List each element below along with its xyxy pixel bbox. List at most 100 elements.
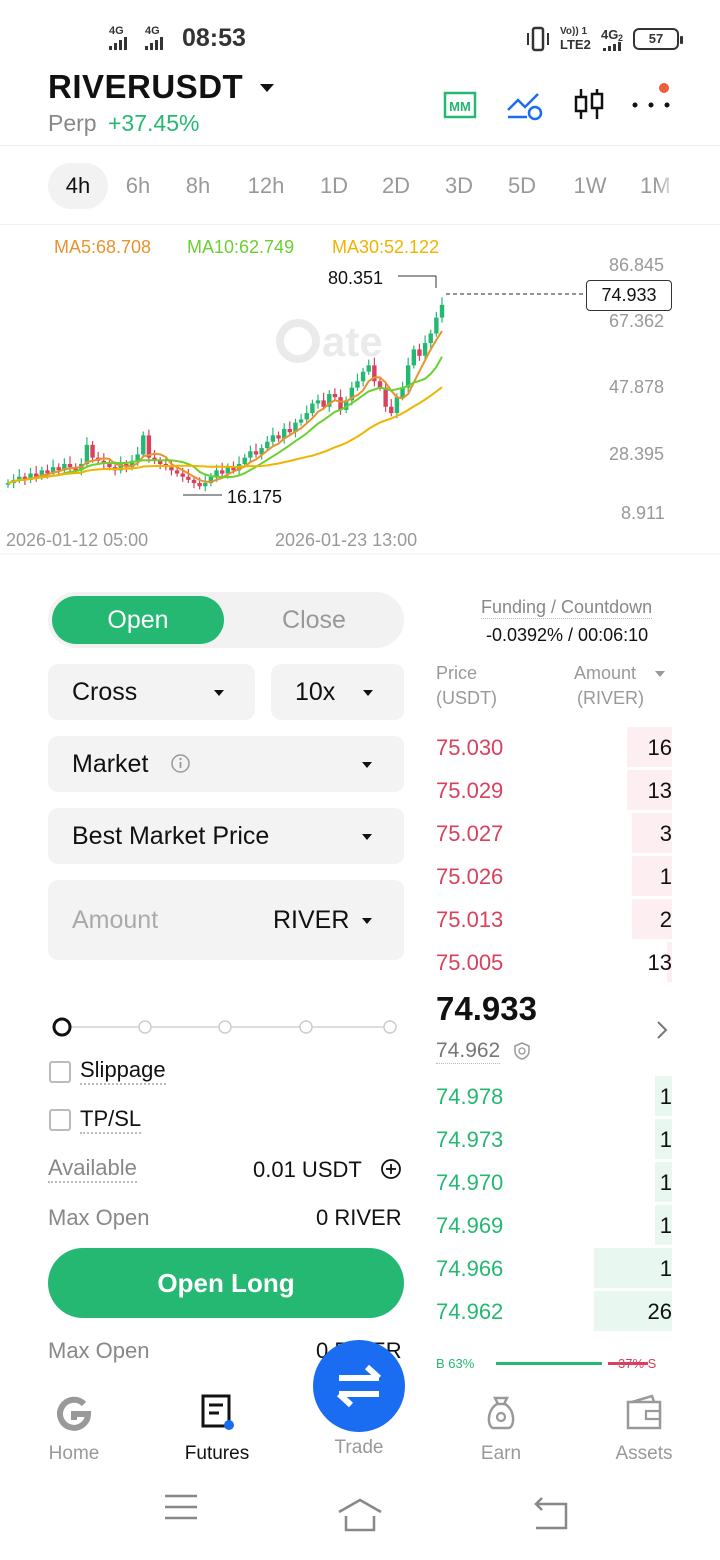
add-funds-icon[interactable]	[380, 1158, 402, 1180]
candle-body	[265, 441, 270, 449]
candle-body	[428, 333, 433, 344]
tab-12h[interactable]: 12h	[238, 163, 294, 209]
info-icon[interactable]	[170, 753, 191, 774]
price-chart[interactable]: MA5:68.708 MA10:62.749 MA30:52.122 ate 8…	[0, 228, 720, 558]
tpsl-checkbox[interactable]	[49, 1109, 71, 1131]
max-open-value: 0 RIVER	[316, 1205, 402, 1230]
back-icon[interactable]	[528, 1490, 570, 1530]
candle-body	[360, 371, 366, 382]
ask-row[interactable]: 75.026 1	[436, 856, 672, 896]
order-amount: 1	[659, 864, 672, 889]
candle-body	[253, 451, 259, 455]
bid-row[interactable]: 74.973 1	[436, 1119, 672, 1159]
candle-body	[248, 451, 253, 458]
order-price: 74.978	[436, 1084, 504, 1109]
tab-4h[interactable]: 4h	[48, 163, 108, 209]
order-price: 74.962	[436, 1299, 504, 1324]
candle-body	[411, 349, 417, 366]
open-long-button[interactable]: Open Long	[48, 1248, 404, 1318]
open-tab[interactable]: Open	[52, 596, 224, 644]
amount-input[interactable]: Amount RIVER	[48, 880, 404, 960]
price-column-header: Price	[436, 663, 478, 683]
y-tick: 28.395	[609, 444, 665, 464]
order-type-value: Market	[72, 750, 149, 778]
home-nav-icon[interactable]	[336, 1490, 384, 1534]
ask-row[interactable]: 75.027 3	[436, 813, 672, 853]
tab-6h[interactable]: 6h	[114, 163, 162, 209]
tab-5d[interactable]: 5D	[498, 163, 546, 209]
price-mode-select[interactable]: Best Market Price	[48, 808, 404, 864]
candle-body	[394, 397, 400, 414]
bid-row[interactable]: 74.970 1	[436, 1162, 672, 1202]
candle-body	[107, 463, 112, 468]
nav-trade[interactable]: Trade	[309, 1437, 409, 1459]
candle-body	[276, 435, 281, 439]
price-mode-value: Best Market Price	[72, 822, 270, 850]
status-bar: 4G 4G 08:53 Vo)) 1 LTE2 4G 2 57	[0, 0, 720, 74]
tpsl-label[interactable]: TP/SL	[80, 1106, 142, 1134]
mm-icon[interactable]: MM	[443, 90, 477, 120]
order-amount: 13	[647, 778, 672, 803]
candle-body	[383, 387, 388, 407]
tab-1w[interactable]: 1W	[565, 163, 615, 209]
bid-row[interactable]: 74.969 1	[436, 1205, 672, 1245]
amount-column-unit: (RIVER)	[577, 688, 644, 708]
leverage-select[interactable]: 10x	[271, 664, 404, 720]
candle-body	[298, 419, 304, 423]
order-amount: 1	[659, 1127, 672, 1152]
chevron-down-icon	[362, 918, 372, 924]
ask-row[interactable]: 75.013 2	[436, 899, 672, 939]
tab-1m[interactable]: 1M	[640, 163, 680, 209]
bid-row[interactable]: 74.978 1	[436, 1076, 672, 1116]
close-tab[interactable]: Close	[228, 596, 400, 644]
ask-row[interactable]: 75.030 16	[436, 727, 672, 767]
funding-label[interactable]: Funding / Countdown	[481, 597, 653, 619]
mark-price: 74.962	[436, 1039, 501, 1064]
order-amount: 1	[659, 1256, 672, 1281]
candlestick-icon[interactable]	[572, 86, 606, 122]
sim1-type: 4G	[109, 25, 124, 37]
tab-8h[interactable]: 8h	[174, 163, 222, 209]
svg-text:ate: ate	[322, 318, 383, 365]
nav-assets[interactable]: Assets	[594, 1392, 694, 1465]
chevron-right-icon[interactable]	[655, 1019, 669, 1041]
signal-icon	[603, 42, 621, 51]
ask-row[interactable]: 75.029 13	[436, 770, 672, 810]
tab-3d[interactable]: 3D	[435, 163, 483, 209]
candle-body	[219, 470, 225, 474]
amount-slider[interactable]	[48, 1014, 404, 1040]
nav-futures[interactable]: Futures	[167, 1392, 267, 1465]
pair-title[interactable]: RIVERUSDT	[48, 68, 243, 106]
pair-dropdown-icon[interactable]	[260, 84, 274, 92]
candle-body	[174, 470, 180, 474]
tab-1d[interactable]: 1D	[310, 163, 358, 209]
nav-home[interactable]: Home	[24, 1392, 124, 1465]
lte-indicator: LTE2	[560, 37, 591, 52]
candle-body	[157, 460, 163, 464]
tab-2d[interactable]: 2D	[372, 163, 420, 209]
bid-row[interactable]: 74.966 1	[436, 1248, 672, 1288]
ask-row[interactable]: 75.005 13	[436, 942, 672, 982]
slippage-label[interactable]: Slippage	[80, 1057, 166, 1085]
order-type-select[interactable]: Market	[48, 736, 404, 792]
more-icon[interactable]	[630, 82, 672, 112]
slippage-checkbox[interactable]	[49, 1061, 71, 1083]
order-amount: 3	[659, 821, 672, 846]
amount-unit-select[interactable]: RIVER	[273, 906, 349, 935]
bid-row[interactable]: 74.962 26	[436, 1291, 672, 1331]
nav-earn[interactable]: Earn	[451, 1392, 551, 1465]
earn-icon	[487, 1396, 515, 1430]
contract-type: Perp	[48, 110, 97, 136]
trend-settings-icon[interactable]	[505, 88, 543, 122]
sell-ratio: 37% S	[618, 1356, 657, 1368]
menu-icon[interactable]	[162, 1490, 200, 1524]
order-amount: 1	[659, 1084, 672, 1109]
trade-fab-button[interactable]	[313, 1340, 405, 1432]
order-price: 75.030	[436, 735, 504, 760]
order-amount: 13	[647, 950, 672, 975]
margin-mode-select[interactable]: Cross	[48, 664, 255, 720]
amount-placeholder: Amount	[72, 906, 159, 934]
candle-body	[287, 428, 293, 433]
candle-body	[180, 473, 185, 477]
amount-column-header[interactable]: Amount	[574, 663, 636, 684]
